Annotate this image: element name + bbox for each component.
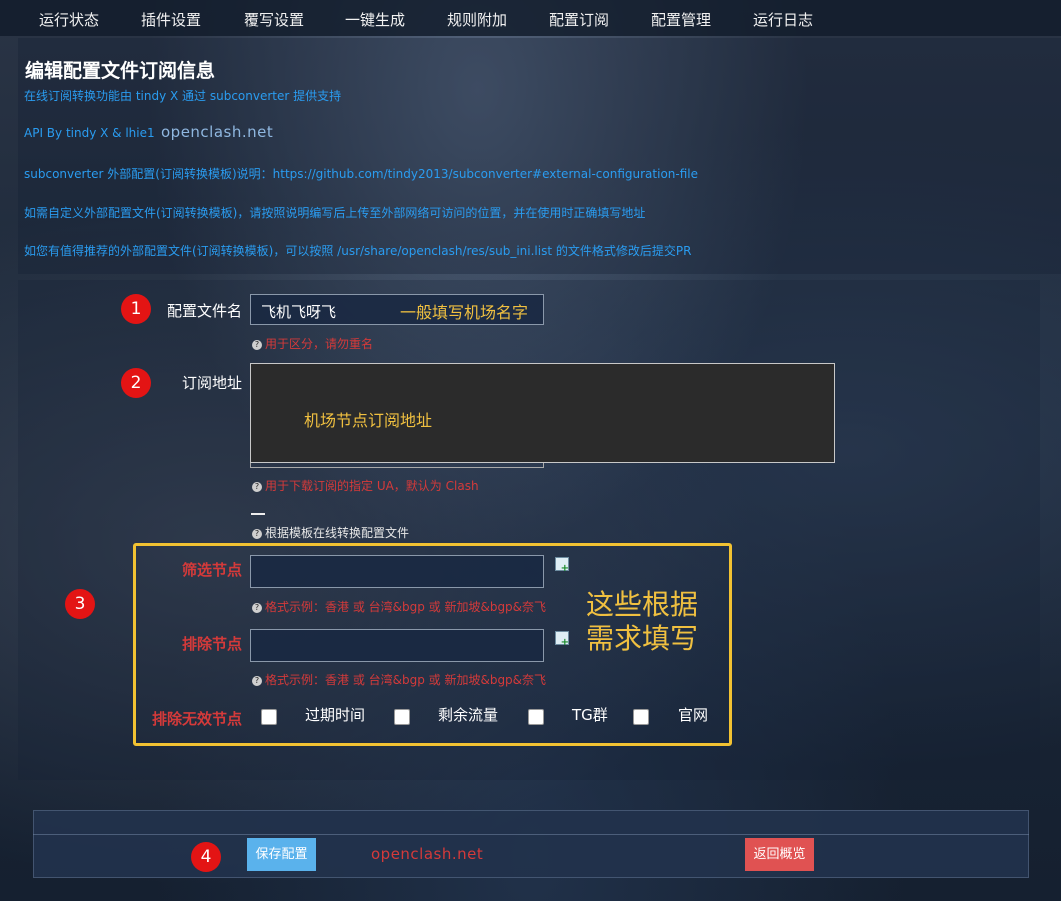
- user-agent-hint: ? 用于下载订阅的指定 UA，默认为 Clash: [252, 477, 479, 494]
- exclude-nodes-input[interactable]: [250, 629, 544, 662]
- info-line-support: 在线订阅转换功能由 tindy X 通过 subconverter 提供支持: [24, 89, 342, 103]
- page-title: 编辑配置文件订阅信息: [25, 60, 216, 82]
- nav-item-plugin-settings[interactable]: 插件设置: [141, 9, 201, 30]
- info-line-api: API By tindy X & lhie1: [24, 126, 155, 140]
- badge-3: 3: [65, 589, 95, 619]
- badge-2: 2: [121, 368, 151, 398]
- dash-placeholder: [251, 513, 265, 515]
- info-line-custom: 如需自定义外部配置文件(订阅转换模板)，请按照说明编写后上传至外部网络可访问的位…: [24, 206, 646, 220]
- back-overview-button[interactable]: 返回概览: [745, 838, 814, 871]
- template-convert-hint: ? 根据模板在线转换配置文件: [252, 524, 409, 541]
- filter-nodes-input[interactable]: [250, 555, 544, 588]
- filter-nodes-hint: ? 格式示例：香港 或 台湾&bgp 或 新加坡&bgp&奈飞: [252, 598, 546, 615]
- checkbox-official-site[interactable]: [633, 709, 649, 725]
- nav-item-logs[interactable]: 运行日志: [753, 9, 813, 30]
- checkbox-remaining-traffic[interactable]: [394, 709, 410, 725]
- top-nav: 运行状态 插件设置 覆写设置 一键生成 规则附加 配置订阅 配置管理 运行日志: [0, 0, 1061, 36]
- footer-bar: [33, 810, 1029, 878]
- subscribe-url-annotation: 机场节点订阅地址: [304, 411, 433, 430]
- add-exclude-icon[interactable]: [555, 631, 569, 648]
- badge-1: 1: [121, 294, 151, 324]
- help-icon: ?: [252, 481, 262, 492]
- nav-item-status[interactable]: 运行状态: [39, 9, 99, 30]
- checkbox-label-remaining-traffic: 剩余流量: [438, 706, 499, 724]
- config-name-annotation: 一般填写机场名字: [400, 303, 529, 322]
- checkbox-label-expire-time: 过期时间: [305, 706, 366, 724]
- config-name-label: 配置文件名: [166, 302, 242, 320]
- watermark: openclash.net: [161, 123, 274, 141]
- box-annotation-line2: 需求填写: [586, 622, 699, 655]
- nav-item-override-settings[interactable]: 覆写设置: [244, 9, 304, 30]
- checkbox-label-official-site: 官网: [678, 706, 709, 724]
- nav-item-subscription[interactable]: 配置订阅: [549, 9, 609, 30]
- checkbox-expire-time[interactable]: [261, 709, 277, 725]
- config-name-hint: ? 用于区分，请勿重名: [252, 335, 373, 352]
- help-icon: ?: [252, 528, 262, 539]
- nav-item-one-click[interactable]: 一键生成: [345, 9, 405, 30]
- add-filter-icon[interactable]: [555, 557, 569, 574]
- footer-divider: [33, 834, 1029, 835]
- footer-watermark: openclash.net: [371, 845, 484, 863]
- exclude-nodes-label: 排除节点: [181, 635, 242, 653]
- checkbox-tg-group[interactable]: [528, 709, 544, 725]
- help-icon: ?: [252, 339, 262, 350]
- subscribe-url-label: 订阅地址: [181, 374, 242, 392]
- info-line-external-config[interactable]: subconverter 外部配置(订阅转换模板)说明：https://gith…: [24, 165, 698, 182]
- badge-4: 4: [191, 842, 221, 872]
- config-name-value: 飞机飞呀飞: [261, 303, 337, 321]
- help-icon: ?: [252, 602, 262, 613]
- exclude-invalid-label: 排除无效节点: [151, 710, 242, 728]
- help-icon: ?: [252, 675, 262, 686]
- nav-item-rules[interactable]: 规则附加: [447, 9, 507, 30]
- save-config-button[interactable]: 保存配置: [247, 838, 316, 871]
- exclude-nodes-hint: ? 格式示例：香港 或 台湾&bgp 或 新加坡&bgp&奈飞: [252, 671, 546, 688]
- checkbox-label-tg-group: TG群: [572, 706, 608, 724]
- info-line-recommend: 如您有值得推荐的外部配置文件(订阅转换模板)，可以按照 /usr/share/o…: [24, 244, 692, 258]
- nav-item-config-manage[interactable]: 配置管理: [651, 9, 711, 30]
- box-annotation-line1: 这些根据: [586, 588, 699, 621]
- filter-nodes-label: 筛选节点: [181, 561, 242, 579]
